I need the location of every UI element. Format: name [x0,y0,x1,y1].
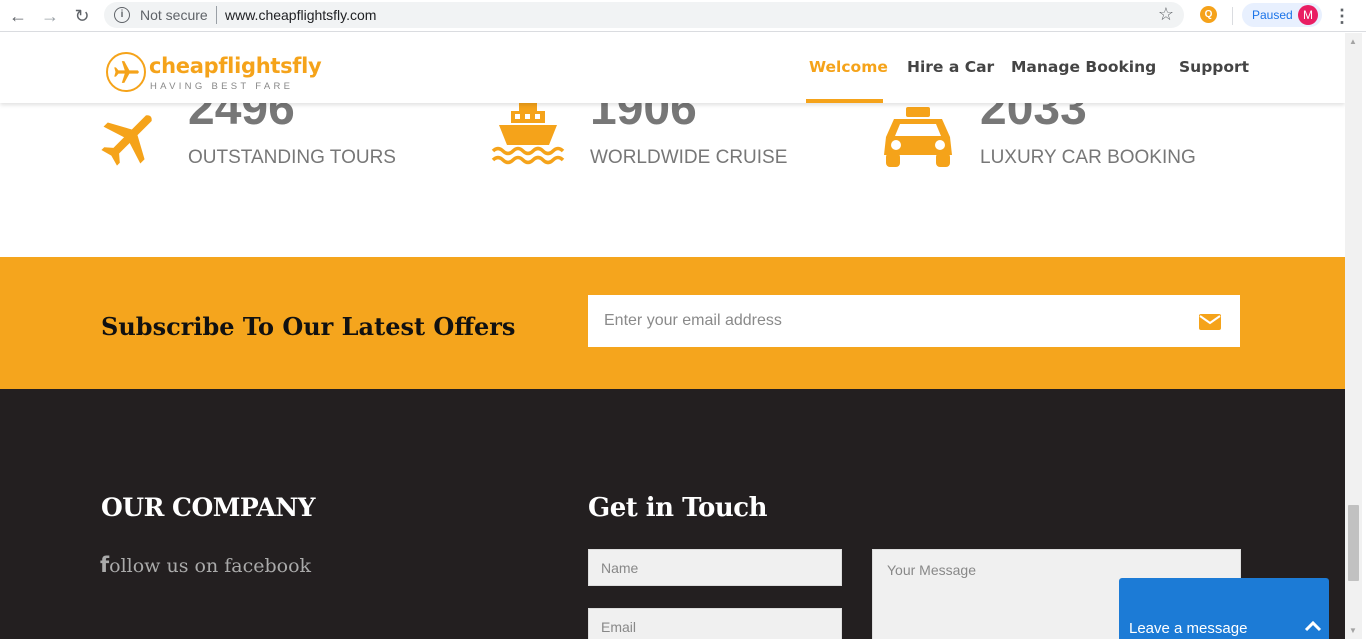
menu-icon[interactable]: ⋮ [1333,4,1351,28]
divider [216,6,217,24]
avatar: M [1298,5,1318,25]
page-scrollbar[interactable]: ▲ ▼ [1345,33,1362,639]
profile-button[interactable]: Paused M [1242,3,1322,27]
scroll-up-icon[interactable]: ▲ [1349,37,1357,46]
extension-icon[interactable]: Q [1200,6,1217,23]
logo-tagline: HAVING BEST FARE [150,81,294,92]
stat-label: OUTSTANDING TOURS [188,147,396,168]
subscribe-section: Subscribe To Our Latest Offers [0,257,1345,389]
subscribe-form [588,295,1240,347]
email-field[interactable] [588,608,842,639]
airplane-icon [101,115,152,166]
browser-toolbar: ← → ↻ i Not secure www.cheapflightsfly.c… [0,0,1366,32]
stat-label: WORLDWIDE CRUISE [590,147,788,168]
logo-badge [106,52,146,92]
window-edge [1362,33,1366,639]
taxi-icon [884,107,952,167]
subscribe-title: Subscribe To Our Latest Offers [101,312,516,341]
contact-heading: Get in Touch [588,493,767,523]
nav-welcome[interactable]: Welcome [809,58,888,76]
nav-active-indicator [806,99,883,103]
chevron-up-icon[interactable] [1303,618,1323,634]
logo-name: cheapflightsfly [149,54,322,78]
company-heading: OUR COMPANY [101,493,315,522]
profile-status: Paused [1252,8,1293,22]
nav-manage-booking[interactable]: Manage Booking [1011,58,1156,76]
stat-label: LUXURY CAR BOOKING [980,147,1196,168]
reload-icon[interactable]: ↻ [70,4,94,28]
chat-widget[interactable]: Leave a message [1119,578,1329,639]
scrollbar-thumb[interactable] [1348,505,1359,581]
facebook-link-text: ollow us on facebook [109,555,312,577]
nav-hire-car[interactable]: Hire a Car [907,58,994,76]
logo[interactable]: cheapflightsfly HAVING BEST FARE [106,52,346,97]
address-bar[interactable]: i Not secure www.cheapflightsfly.com ☆ [104,2,1184,28]
subscribe-email-input[interactable] [588,295,1178,347]
facebook-icon: f [100,553,110,577]
bookmark-star-icon[interactable]: ☆ [1158,4,1174,25]
back-icon[interactable]: ← [6,4,30,28]
info-icon[interactable]: i [114,7,130,23]
facebook-link[interactable]: follow us on facebook [100,553,311,577]
nav-support[interactable]: Support [1179,58,1249,76]
divider [1232,7,1233,25]
airplane-icon [114,61,139,83]
security-label: Not secure [140,7,208,23]
url-text[interactable]: www.cheapflightsfly.com [225,7,376,23]
forward-icon[interactable]: → [38,4,62,28]
page-viewport: 2496 OUTSTANDING TOURS 1906 WORLDWIDE CR… [0,33,1345,639]
chat-label: Leave a message [1129,620,1248,637]
envelope-icon[interactable] [1198,311,1222,333]
site-header: cheapflightsfly HAVING BEST FARE Welcome… [0,33,1345,103]
scroll-down-icon[interactable]: ▼ [1349,626,1357,635]
name-field[interactable] [588,549,842,586]
cruise-ship-icon [491,101,565,165]
